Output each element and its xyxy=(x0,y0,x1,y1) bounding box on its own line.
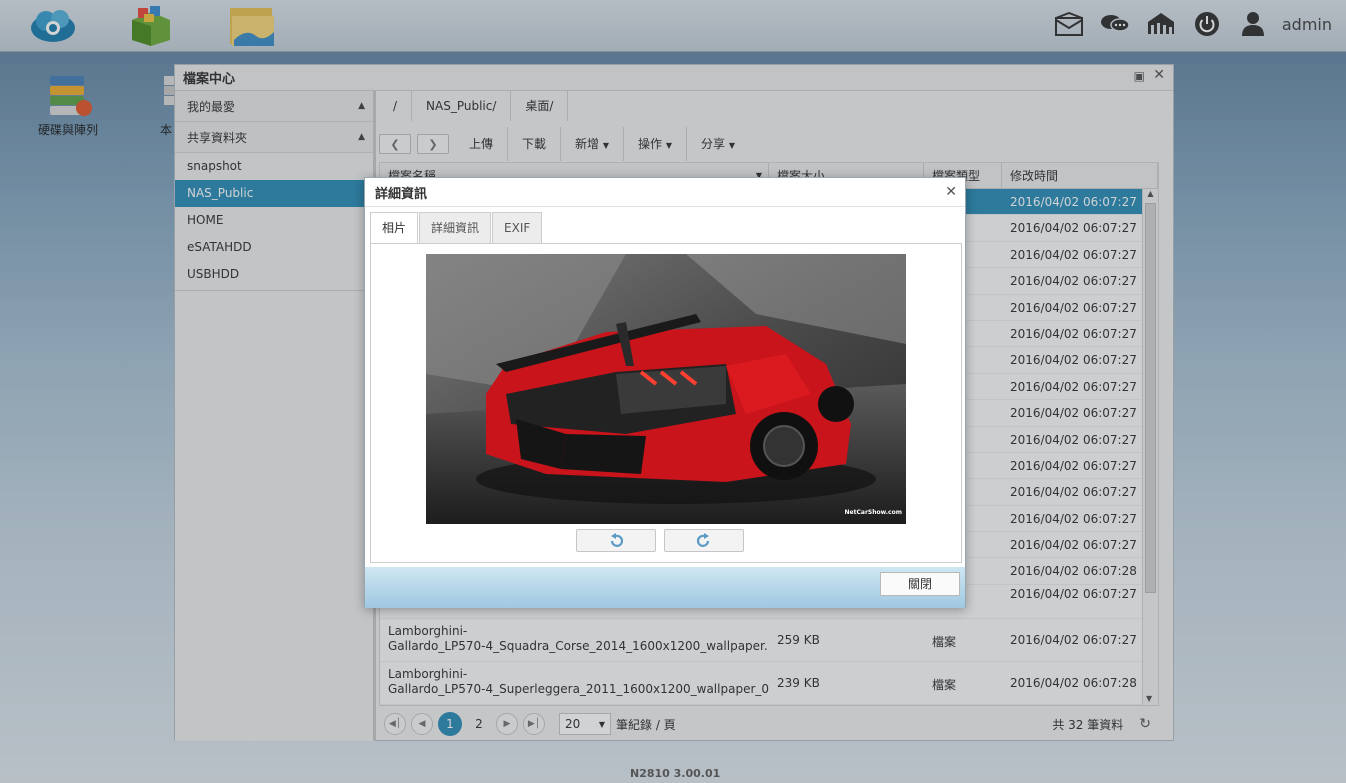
details-dialog: 詳細資訊 ✕ 相片 詳細資訊 EXIF NetCarShow.com 關閉 xyxy=(364,177,966,608)
dialog-tabs: 相片 詳細資訊 EXIF xyxy=(370,212,543,244)
rotate-right-icon xyxy=(696,532,710,547)
tab-details[interactable]: 詳細資訊 xyxy=(419,212,492,243)
rotate-left-icon xyxy=(610,532,624,547)
close-button[interactable]: 關閉 xyxy=(880,572,960,596)
photo-panel: NetCarShow.com xyxy=(370,243,962,563)
close-icon[interactable]: ✕ xyxy=(945,184,957,200)
rotate-right-button[interactable] xyxy=(664,529,744,552)
tab-exif[interactable]: EXIF xyxy=(492,212,543,243)
photo-preview: NetCarShow.com xyxy=(426,254,906,524)
rotate-left-button[interactable] xyxy=(576,529,656,552)
watermark-text: NetCarShow.com xyxy=(844,509,902,516)
version-text: N2810 3.00.01 xyxy=(630,767,721,780)
tab-photo[interactable]: 相片 xyxy=(370,212,419,244)
dialog-title: 詳細資訊 xyxy=(365,178,965,207)
dialog-footer: 關閉 xyxy=(365,567,965,608)
